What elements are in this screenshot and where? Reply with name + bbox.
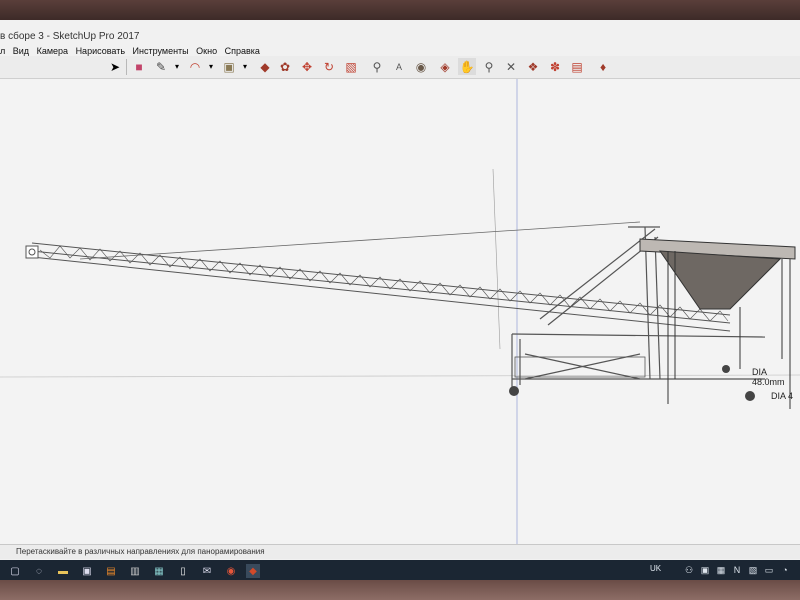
tape-measure-icon[interactable]: ⚲	[368, 58, 386, 75]
scale-icon[interactable]: ▧	[342, 58, 360, 75]
wheel	[745, 391, 755, 401]
conveyor-model-drawing	[0, 79, 800, 547]
styles-icon[interactable]: ▤	[568, 58, 586, 75]
wheels	[509, 365, 755, 401]
menu-tools[interactable]: Инструменты	[133, 46, 189, 56]
status-bar: Перетаскивайте в различных направлениях …	[0, 544, 800, 559]
app-tray-icon[interactable]: ▣	[700, 565, 710, 575]
app-tray-icon[interactable]: ▧	[748, 565, 758, 575]
tray-language[interactable]: UK	[650, 564, 661, 573]
components-icon[interactable]: ❖	[524, 58, 542, 75]
guide-line	[492, 168, 501, 350]
onenote-icon[interactable]: N	[732, 565, 742, 575]
app-icon[interactable]: ▦	[152, 564, 166, 578]
sketchup-icon[interactable]: ◆	[246, 564, 260, 578]
app-icon[interactable]: ▥	[128, 564, 142, 578]
dimension-label: DIA 4	[771, 391, 794, 401]
taskbar: ▢ ◌ ▬ ▣ ▤ ▥ ▦ ▯ ✉ ◉ ◆ UK ⚇ ▣ ▦ N ▧ ▭ ◔	[0, 560, 800, 582]
menu-file-partial[interactable]: л	[0, 46, 5, 56]
search-icon[interactable]: ◌	[32, 564, 46, 578]
network-icon[interactable]: ◔	[780, 565, 790, 575]
dimension-label: DIA 48.0mm	[752, 367, 785, 387]
pan-icon[interactable]: ◈	[436, 58, 454, 75]
orbit-icon[interactable]: ◉	[412, 58, 430, 75]
chrome-icon[interactable]: ◉	[224, 564, 238, 578]
status-text: Перетаскивайте в различных направлениях …	[16, 547, 265, 556]
people-icon[interactable]: ⚇	[684, 565, 694, 575]
monitor-bezel-bottom	[0, 580, 800, 600]
app-icon[interactable]: ▤	[104, 564, 118, 578]
push-pull-icon[interactable]: ◆	[256, 58, 274, 75]
chevron-down-icon[interactable]: ▾	[236, 58, 254, 75]
store-icon[interactable]: ▣	[80, 564, 94, 578]
menu-window[interactable]: Окно	[196, 46, 217, 56]
toolbar: ➤ ■ ✎ ▾ ◠ ▾ ▣ ▾ ◆ ✿ ✥ ↻ ▧ ⚲ A ◉ ◈ ✋ ⚲ ✕ …	[0, 56, 800, 79]
materials-icon[interactable]: ✽	[546, 58, 564, 75]
rotate-icon[interactable]: ↻	[320, 58, 338, 75]
mail-icon[interactable]: ✉	[200, 564, 214, 578]
menu-camera[interactable]: Камера	[37, 46, 68, 56]
conveyor-truss	[25, 242, 731, 332]
warehouse-icon[interactable]: ♦	[594, 58, 612, 75]
toolbar-separator	[126, 59, 127, 75]
chevron-down-icon[interactable]: ▾	[202, 58, 220, 75]
monitor-bezel-top	[0, 0, 800, 22]
support-cable	[79, 221, 641, 260]
select-icon[interactable]: ➤	[106, 58, 124, 75]
start-icon[interactable]: ▢	[8, 564, 22, 578]
zoom-icon[interactable]: ⚲	[480, 58, 498, 75]
app-icon[interactable]: ▯	[176, 564, 190, 578]
text-icon[interactable]: A	[390, 58, 408, 75]
follow-me-icon[interactable]: ✿	[276, 58, 294, 75]
menu-view[interactable]: Вид	[13, 46, 29, 56]
zoom-extents-icon[interactable]: ✕	[502, 58, 520, 75]
screen: в сборе 3 - SketchUp Pro 2017 л Вид Каме…	[0, 20, 800, 582]
menu-help[interactable]: Справка	[225, 46, 260, 56]
battery-icon[interactable]: ▭	[764, 565, 774, 575]
wheel	[722, 365, 730, 373]
move-icon[interactable]: ✥	[298, 58, 316, 75]
menu-draw[interactable]: Нарисовать	[76, 46, 125, 56]
eraser-icon[interactable]: ■	[130, 58, 148, 75]
wheel	[509, 386, 519, 396]
chevron-down-icon[interactable]: ▾	[168, 58, 186, 75]
model-viewport[interactable]: DIA 48.0mm DIA 4	[0, 79, 800, 547]
horizon-line	[0, 374, 800, 378]
hand-icon[interactable]: ✋	[458, 58, 476, 75]
app-tray-icon[interactable]: ▦	[716, 565, 726, 575]
file-explorer-icon[interactable]: ▬	[56, 564, 70, 578]
